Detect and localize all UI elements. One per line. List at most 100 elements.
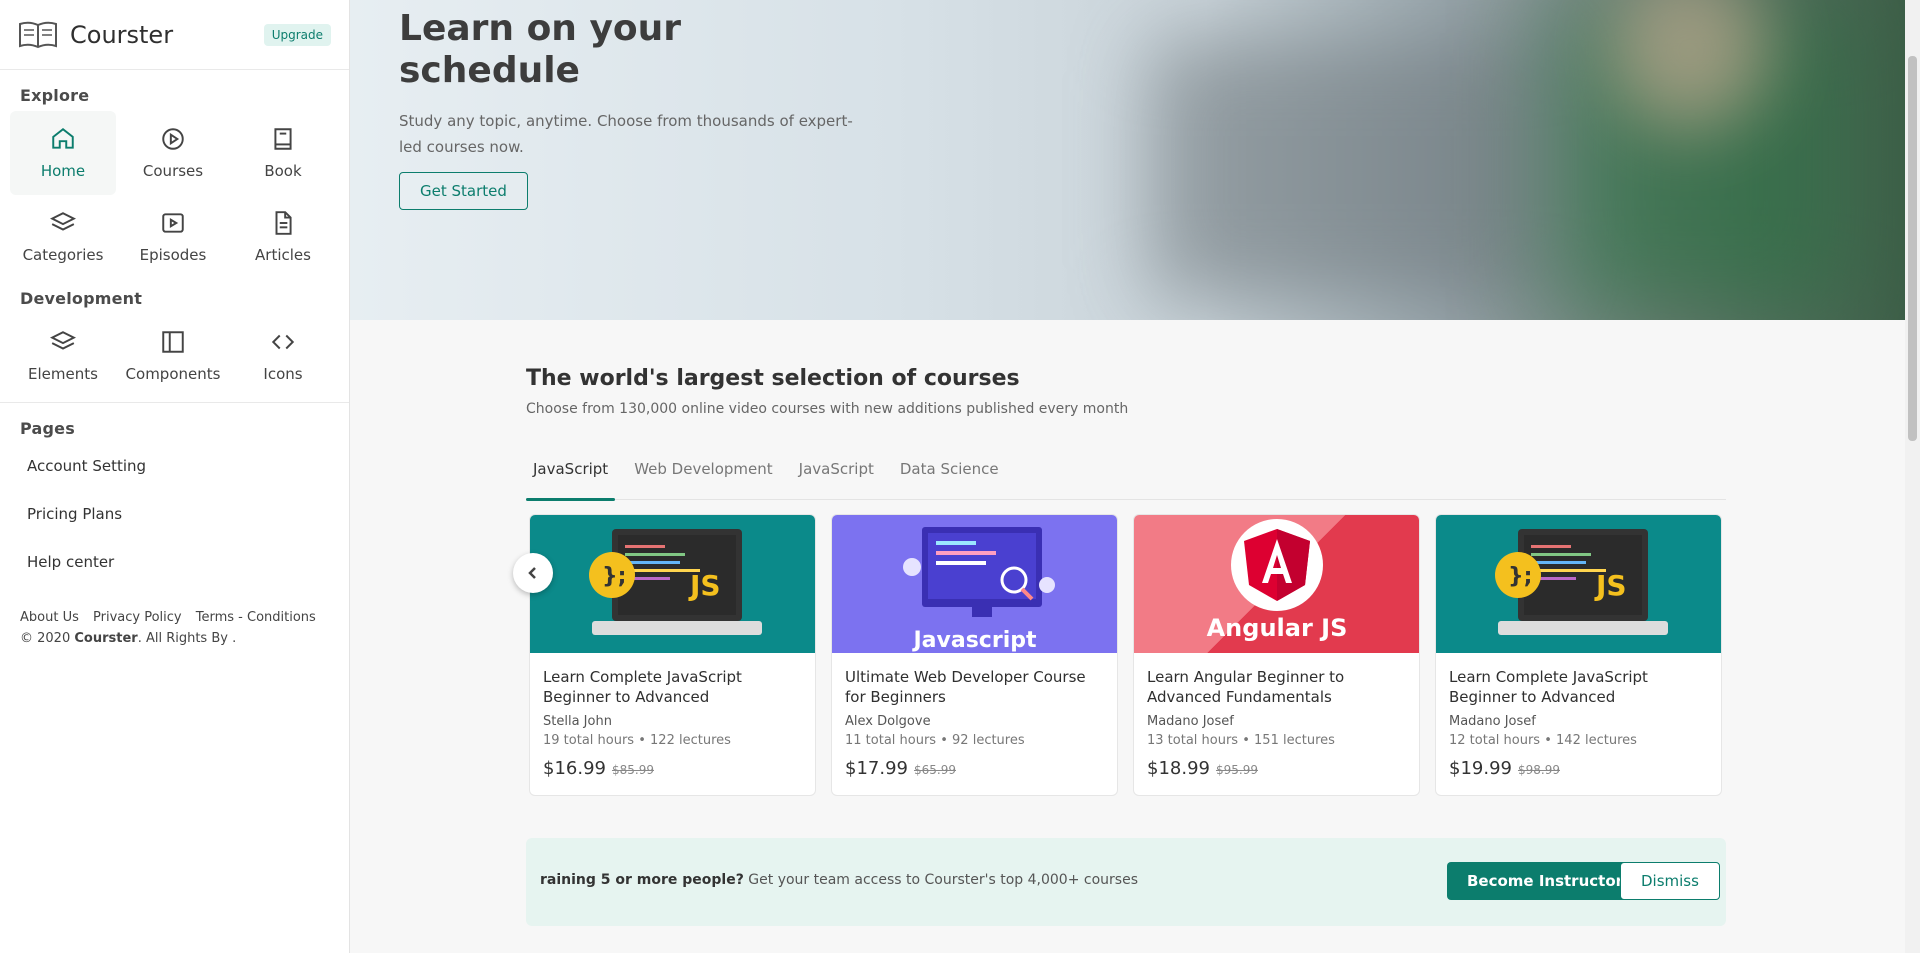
upgrade-badge[interactable]: Upgrade: [263, 23, 331, 46]
course-lectures: 142 lectures: [1556, 733, 1637, 748]
sidebar: Courster Upgrade Explore Home Courses Bo…: [0, 0, 350, 953]
course-price: $19.99 $98.99: [1449, 758, 1708, 779]
become-instructor-button[interactable]: Become Instructor: [1447, 862, 1644, 900]
footer-links: About Us Privacy Policy Terms - Conditio…: [0, 610, 349, 625]
nav-episodes[interactable]: Episodes: [120, 195, 226, 279]
monitor-javascript-illustration: Javascript: [903, 527, 1055, 653]
course-price: $17.99 $65.99: [845, 758, 1104, 779]
file-text-icon: [275, 211, 292, 235]
nav-elements[interactable]: Elements: [10, 314, 116, 398]
nav-categories[interactable]: Categories: [10, 195, 116, 279]
dismiss-button[interactable]: Dismiss: [1620, 862, 1720, 900]
nav-home[interactable]: Home: [10, 111, 116, 195]
tab-javascript[interactable]: JavaScript: [526, 452, 616, 501]
code-icon: [271, 334, 295, 350]
course-card[interactable]: Javascript Ultimate Web Developer Course…: [831, 514, 1118, 796]
course-thumbnail-javascript: Javascript: [832, 515, 1117, 653]
book-logo-icon: [19, 21, 57, 48]
hero-description: Study any topic, anytime. Choose from th…: [399, 112, 853, 156]
hero-laptop-blur: [1150, 40, 1550, 300]
banner-body: Get your team access to Courster's top 4…: [743, 872, 1138, 888]
chevron-left-icon: [528, 567, 536, 579]
layers-icon: [50, 331, 76, 350]
hero-title: Learn on your schedule: [399, 8, 682, 91]
footer-link-about[interactable]: About Us: [20, 610, 79, 625]
course-meta: 11 total hours • 92 lectures: [845, 733, 1025, 748]
development-title: Development: [20, 289, 143, 308]
home-icon: [52, 128, 74, 149]
course-meta: 12 total hours • 142 lectures: [1449, 733, 1637, 748]
course-tabs: JavaScript Web Development JavaScript Da…: [526, 452, 1726, 501]
tab-web-development[interactable]: Web Development: [627, 452, 779, 500]
course-title[interactable]: Learn Angular Beginner to Advanced Funda…: [1147, 667, 1406, 707]
course-thumbnail-angular: Angular JS: [1134, 515, 1419, 653]
course-title[interactable]: Learn Complete JavaScript Beginner to Ad…: [1449, 667, 1708, 707]
course-title[interactable]: Learn Complete JavaScript Beginner to Ad…: [543, 667, 802, 707]
nav-book[interactable]: Book: [230, 111, 336, 195]
course-card[interactable]: }; JS Learn Complete JavaScript Beginner…: [529, 514, 816, 796]
course-price: $16.99 $85.99: [543, 758, 802, 779]
price-old: $85.99: [611, 763, 654, 777]
nav-icons[interactable]: Icons: [230, 314, 336, 398]
page-link-help-center[interactable]: Help center: [0, 538, 349, 586]
laptop-js-illustration: }; JS: [589, 529, 762, 635]
nav-articles[interactable]: Articles: [230, 195, 336, 279]
courses-section-header: The world's largest selection of courses…: [526, 366, 1128, 417]
copyright: © 2020 Courster. All Rights By .: [0, 631, 349, 646]
nav-courses[interactable]: Courses: [120, 111, 226, 195]
scrollbar[interactable]: [1905, 0, 1920, 953]
svg-text:};: };: [602, 564, 626, 589]
copyright-suffix: . All Rights By .: [137, 631, 237, 646]
page-link-account-setting[interactable]: Account Setting: [0, 442, 349, 490]
development-grid: Elements Components Icons: [0, 314, 349, 398]
footer-link-privacy[interactable]: Privacy Policy: [93, 610, 182, 625]
nav-categories-label: Categories: [22, 246, 104, 264]
course-card[interactable]: Angular JS Learn Angular Beginner to Adv…: [1133, 514, 1420, 796]
brand-name[interactable]: Courster: [70, 21, 264, 49]
course-card[interactable]: }; JS Learn Complete JavaScript Beginner…: [1435, 514, 1722, 796]
tab-javascript-2[interactable]: JavaScript: [792, 452, 881, 500]
thumb-label-angular: Angular JS: [1207, 614, 1348, 642]
price-old: $65.99: [913, 763, 956, 777]
nav-elements-label: Elements: [28, 365, 98, 383]
course-lectures: 122 lectures: [650, 733, 731, 748]
course-thumbnail-js: }; JS: [530, 515, 815, 653]
thumb-label-javascript: Javascript: [911, 628, 1036, 653]
laptop-js-illustration: }; JS: [1495, 529, 1668, 635]
video-icon: [162, 213, 184, 233]
js-thumb-text: JS: [1594, 569, 1627, 602]
course-meta: 13 total hours • 151 lectures: [1147, 733, 1335, 748]
main-content: Learn on your schedule Study any topic, …: [350, 0, 1905, 953]
hero-banner: Learn on your schedule Study any topic, …: [350, 0, 1905, 320]
nav-courses-label: Courses: [142, 162, 204, 180]
course-carousel: }; JS Learn Complete JavaScript Beginner…: [529, 514, 1729, 796]
price-current: $16.99: [543, 758, 606, 779]
copyright-brand: Courster: [74, 631, 138, 646]
tab-data-science[interactable]: Data Science: [893, 452, 1006, 500]
nav-components[interactable]: Components: [120, 314, 226, 398]
course-title[interactable]: Ultimate Web Developer Course for Beginn…: [845, 667, 1104, 707]
courses-section-subtitle: Choose from 130,000 online video courses…: [526, 401, 1129, 417]
price-current: $18.99: [1147, 758, 1210, 779]
course-author: Stella John: [543, 714, 612, 729]
course-thumbnail-js: }; JS: [1436, 515, 1721, 653]
nav-icons-label: Icons: [263, 365, 303, 383]
angular-illustration: Angular JS: [1207, 519, 1348, 642]
explore-title: Explore: [20, 86, 90, 105]
carousel-prev-button[interactable]: [513, 553, 553, 593]
course-author: Madano Josef: [1449, 714, 1536, 729]
js-thumb-text: JS: [688, 569, 721, 602]
nav-home-label: Home: [40, 162, 86, 180]
price-old: $95.99: [1215, 763, 1258, 777]
layout-icon: [162, 331, 184, 353]
scrollbar-thumb[interactable]: [1908, 56, 1917, 441]
course-hours: 13 total hours: [1147, 733, 1239, 748]
course-hours: 19 total hours: [543, 733, 635, 748]
course-meta: 19 total hours • 122 lectures: [543, 733, 731, 748]
page-link-pricing-plans[interactable]: Pricing Plans: [0, 490, 349, 538]
footer-link-terms[interactable]: Terms - Conditions: [196, 610, 316, 625]
banner-bold: raining 5 or more people?: [540, 872, 744, 888]
play-circle-icon: [162, 128, 184, 150]
get-started-button[interactable]: Get Started: [399, 172, 528, 210]
course-author: Madano Josef: [1147, 714, 1234, 729]
